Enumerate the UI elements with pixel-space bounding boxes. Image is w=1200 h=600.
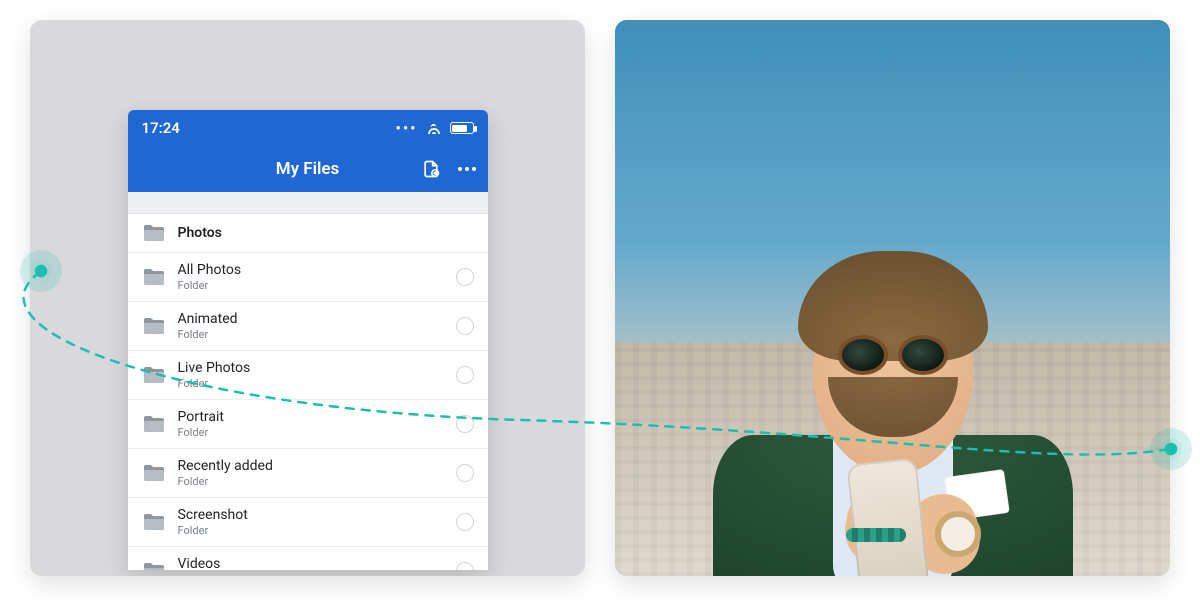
cellular-dots-icon: ••• <box>396 119 418 137</box>
item-sub: Folder <box>178 524 444 537</box>
list-item[interactable]: Live Photos Folder <box>128 351 488 400</box>
list-item[interactable]: Animated Folder <box>128 302 488 351</box>
photo-person <box>683 192 1103 576</box>
more-button[interactable] <box>456 158 478 180</box>
select-radio[interactable] <box>456 366 474 384</box>
item-name: Videos <box>178 556 444 570</box>
status-bar: 17:24 ••• <box>128 110 488 146</box>
folder-list: Photos All Photos Folder Animated Fol <box>128 214 488 570</box>
item-name: Live Photos <box>178 360 444 377</box>
app-bar: My Files <box>128 146 488 192</box>
add-file-button[interactable] <box>420 158 442 180</box>
folder-icon <box>142 365 166 385</box>
folder-icon <box>142 463 166 483</box>
select-radio[interactable] <box>456 562 474 570</box>
battery-icon <box>450 122 474 134</box>
phone-mock: 17:24 ••• My Files <box>128 110 488 570</box>
decorative-dot <box>30 260 52 282</box>
status-right: ••• <box>396 119 474 137</box>
app-title: My Files <box>276 159 340 179</box>
folder-icon <box>142 267 166 287</box>
list-header-name: Photos <box>178 225 474 242</box>
list-item[interactable]: Portrait Folder <box>128 400 488 449</box>
decorative-dot <box>1160 438 1182 460</box>
folder-icon <box>142 316 166 336</box>
folder-icon <box>142 223 166 243</box>
list-item[interactable]: Recently added Folder <box>128 449 488 498</box>
select-radio[interactable] <box>456 268 474 286</box>
folder-icon <box>142 414 166 434</box>
select-radio[interactable] <box>456 317 474 335</box>
list-item[interactable]: Screenshot Folder <box>128 498 488 547</box>
item-name: Screenshot <box>178 507 444 524</box>
more-icon <box>458 167 476 171</box>
left-panel: 17:24 ••• My Files <box>30 20 585 576</box>
item-name: Portrait <box>178 409 444 426</box>
select-radio[interactable] <box>456 464 474 482</box>
item-sub: Folder <box>178 377 444 390</box>
item-sub: Folder <box>178 328 444 341</box>
list-item[interactable]: Videos Folder <box>128 547 488 570</box>
list-header-row[interactable]: Photos <box>128 214 488 253</box>
status-time: 17:24 <box>142 119 180 137</box>
select-radio[interactable] <box>456 415 474 433</box>
item-name: All Photos <box>178 262 444 279</box>
item-sub: Folder <box>178 426 444 439</box>
sub-header <box>128 192 488 214</box>
select-radio[interactable] <box>456 513 474 531</box>
item-name: Recently added <box>178 458 444 475</box>
add-file-icon <box>421 159 441 179</box>
right-panel <box>615 20 1170 576</box>
wifi-icon <box>426 122 442 134</box>
folder-icon <box>142 561 166 570</box>
item-sub: Folder <box>178 475 444 488</box>
item-sub: Folder <box>178 279 444 292</box>
item-name: Animated <box>178 311 444 328</box>
folder-icon <box>142 512 166 532</box>
list-item[interactable]: All Photos Folder <box>128 253 488 302</box>
